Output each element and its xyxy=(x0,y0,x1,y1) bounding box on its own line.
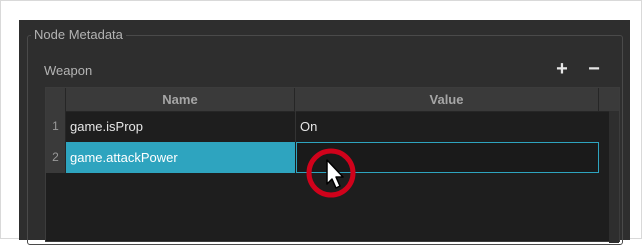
section-title-weapon: Weapon xyxy=(44,63,93,78)
table-scrollbar[interactable] xyxy=(609,111,619,243)
remove-attribute-button[interactable]: − xyxy=(585,59,603,79)
header-rownum-corner xyxy=(46,88,66,111)
table-row[interactable]: 1 game.isProp On xyxy=(46,111,619,142)
value-cell[interactable]: On xyxy=(295,111,599,142)
group-title: Node Metadata xyxy=(31,27,126,42)
node-metadata-panel: Node Metadata Weapon + − Name Value 1 ga… xyxy=(19,20,630,245)
table-header: Name Value xyxy=(46,88,619,112)
row-number: 2 xyxy=(46,142,66,173)
row-number: 1 xyxy=(46,111,66,142)
highlight-callout xyxy=(306,148,356,198)
mouse-pointer-icon xyxy=(326,159,344,189)
name-cell[interactable]: game.isProp xyxy=(66,111,295,142)
add-attribute-button[interactable]: + xyxy=(553,59,571,79)
column-header-name[interactable]: Name xyxy=(66,88,295,111)
name-cell-selected[interactable]: game.attackPower xyxy=(66,142,295,173)
column-header-value[interactable]: Value xyxy=(295,88,599,111)
